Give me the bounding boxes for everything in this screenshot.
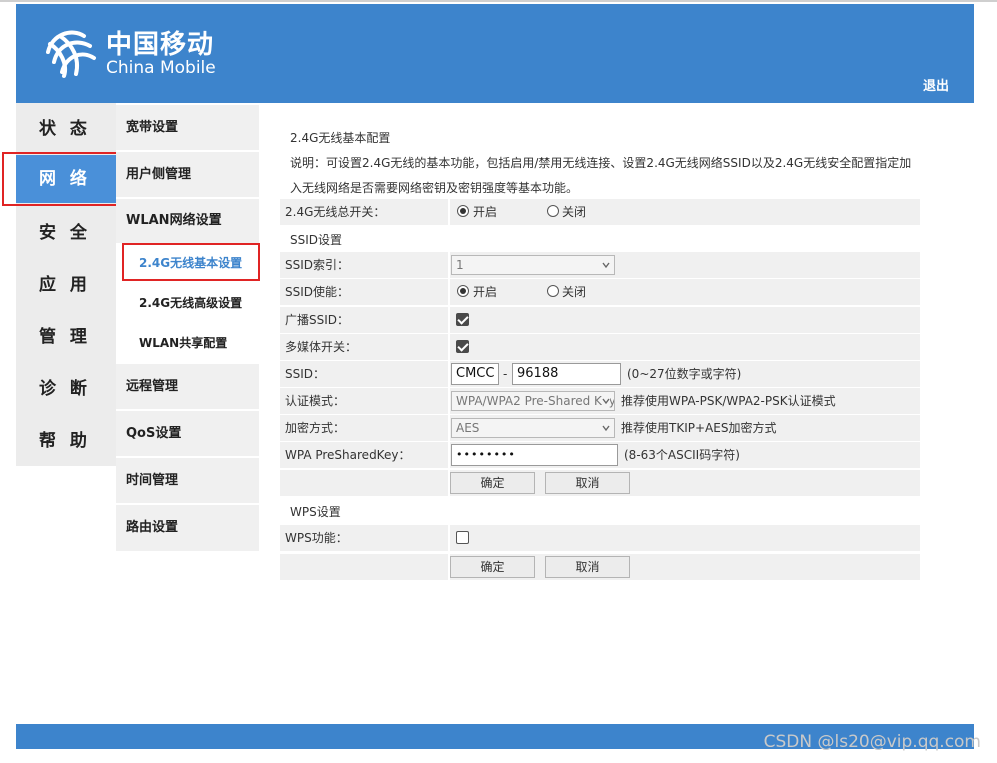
- subnav-broadband[interactable]: 宽带设置: [116, 105, 259, 150]
- row-encryption: 加密方式： AES 推荐使用TKIP+AES加密方式: [280, 415, 920, 441]
- row-multimedia: 多媒体开关：: [280, 334, 920, 360]
- encryption-hint: 推荐使用TKIP+AES加密方式: [621, 421, 777, 435]
- row-psk: WPA PreSharedKey： •••••••• (8-63个ASCII码字…: [280, 442, 920, 468]
- ssid-enable-on-radio[interactable]: [457, 285, 469, 297]
- subnav-wlan-advanced[interactable]: 2.4G无线高级设置: [116, 283, 259, 323]
- subnav-wlan-share[interactable]: WLAN共享配置: [116, 323, 259, 363]
- wps-section-title: WPS设置: [290, 505, 341, 519]
- ssid-prefix-field[interactable]: CMCC: [451, 363, 499, 385]
- row-divider: [448, 199, 450, 225]
- ssid-enable-off-label: 关闭: [562, 285, 587, 299]
- wps-confirm-button[interactable]: 确定: [450, 556, 535, 578]
- subnav-user-side[interactable]: 用户侧管理: [116, 152, 259, 197]
- highlight-box-wlan-basic: [122, 243, 260, 281]
- wps-checkbox[interactable]: [456, 531, 469, 544]
- row-buttons-ssid: 确定 取消: [280, 470, 920, 496]
- ssid-input[interactable]: 96188: [512, 363, 621, 385]
- page-title: 2.4G无线基本配置: [290, 131, 391, 145]
- row-divider: [448, 388, 450, 414]
- row-divider: [448, 415, 450, 441]
- confirm-button[interactable]: 确定: [450, 472, 535, 494]
- nav-item-security[interactable]: 安 全: [16, 209, 116, 257]
- chevron-down-icon: [602, 425, 610, 432]
- row-divider: [448, 334, 450, 360]
- cancel-button[interactable]: 取消: [545, 472, 630, 494]
- psk-input[interactable]: ••••••••: [451, 444, 618, 466]
- master-switch-on-label: 开启: [473, 205, 498, 219]
- master-switch-off-label: 关闭: [562, 205, 587, 219]
- row-ssid-enable: SSID使能： 开启 关闭: [280, 279, 920, 305]
- chevron-down-icon: [602, 397, 610, 405]
- brand-name-cn: 中国移动: [106, 30, 215, 60]
- ssid-label: SSID：: [285, 367, 326, 381]
- ssid-index-select[interactable]: 1: [451, 255, 615, 275]
- psk-label: WPA PreSharedKey：: [285, 448, 411, 462]
- watermark-text: CSDN @ls20@vip.qq.com: [763, 732, 981, 752]
- row-divider: [448, 307, 450, 333]
- encryption-label: 加密方式：: [285, 421, 346, 435]
- multimedia-label: 多媒体开关：: [285, 340, 358, 354]
- top-border: [0, 0, 997, 2]
- auth-mode-select[interactable]: WPA/WPA2 Pre-Shared Key: [451, 391, 615, 411]
- row-divider: [448, 361, 450, 387]
- master-switch-off-radio[interactable]: [547, 205, 559, 217]
- row-wps: WPS功能：: [280, 525, 920, 551]
- subnav-time[interactable]: 时间管理: [116, 458, 259, 503]
- multimedia-checkbox[interactable]: [456, 340, 469, 353]
- row-divider: [448, 279, 450, 305]
- wps-cancel-button[interactable]: 取消: [545, 556, 630, 578]
- brand-name-en: China Mobile: [106, 58, 216, 78]
- subnav-routing[interactable]: 路由设置: [116, 505, 259, 551]
- ssid-index-label: SSID索引：: [285, 258, 350, 272]
- master-switch-on-radio[interactable]: [457, 205, 469, 217]
- encryption-value: AES: [456, 421, 480, 435]
- ssid-section-title: SSID设置: [290, 233, 343, 247]
- row-divider: [448, 442, 450, 468]
- page-description: 说明：可设置2.4G无线的基本功能，包括启用/禁用无线连接、设置2.4G无线网络…: [290, 156, 912, 195]
- sub-nav: 宽带设置 用户侧管理 WLAN网络设置 2.4G无线基本设置 2.4G无线高级设…: [116, 103, 259, 551]
- nav-item-help[interactable]: 帮 助: [16, 417, 116, 465]
- subnav-qos[interactable]: QoS设置: [116, 411, 259, 456]
- nav-item-application[interactable]: 应 用: [16, 261, 116, 309]
- ssid-enable-label: SSID使能：: [285, 285, 350, 299]
- row-ssid-index: SSID索引： 1: [280, 252, 920, 278]
- nav-item-diagnostics[interactable]: 诊 断: [16, 365, 116, 413]
- chevron-down-icon: [602, 262, 610, 269]
- auth-mode-label: 认证模式：: [285, 394, 346, 408]
- master-switch-label: 2.4G无线总开关：: [285, 205, 386, 219]
- china-mobile-logo-icon: [46, 30, 96, 78]
- encryption-select[interactable]: AES: [451, 418, 615, 438]
- ssid-separator: -: [503, 367, 508, 381]
- broadcast-ssid-label: 广播SSID：: [285, 313, 350, 327]
- row-broadcast-ssid: 广播SSID：: [280, 307, 920, 333]
- wps-label: WPS功能：: [285, 531, 348, 545]
- row-divider: [448, 252, 450, 278]
- psk-hint: (8-63个ASCII码字符): [624, 448, 740, 462]
- row-auth-mode: 认证模式： WPA/WPA2 Pre-Shared Key 推荐使用WPA-PS…: [280, 388, 920, 414]
- auth-mode-hint: 推荐使用WPA-PSK/WPA2-PSK认证模式: [621, 394, 836, 408]
- broadcast-ssid-checkbox[interactable]: [456, 313, 469, 326]
- subnav-wlan[interactable]: WLAN网络设置: [116, 199, 259, 243]
- row-divider: [448, 525, 450, 551]
- ssid-enable-off-radio[interactable]: [547, 285, 559, 297]
- row-master-switch: 2.4G无线总开关： 开启 关闭: [280, 199, 920, 225]
- ssid-enable-on-label: 开启: [473, 285, 498, 299]
- highlight-box-network: [2, 152, 122, 206]
- subnav-remote[interactable]: 远程管理: [116, 364, 259, 409]
- logout-link[interactable]: 退出: [923, 75, 949, 94]
- row-buttons-wps: 确定 取消: [280, 554, 920, 580]
- row-ssid: SSID： CMCC - 96188 (0~27位数字或字符): [280, 361, 920, 387]
- nav-item-status[interactable]: 状 态: [16, 105, 116, 153]
- ssid-index-value: 1: [456, 258, 464, 272]
- header-bar: 中国移动 China Mobile 退出: [16, 4, 974, 103]
- ssid-hint: (0~27位数字或字符): [627, 367, 742, 381]
- auth-mode-value: WPA/WPA2 Pre-Shared Key: [456, 394, 615, 408]
- nav-item-management[interactable]: 管 理: [16, 313, 116, 361]
